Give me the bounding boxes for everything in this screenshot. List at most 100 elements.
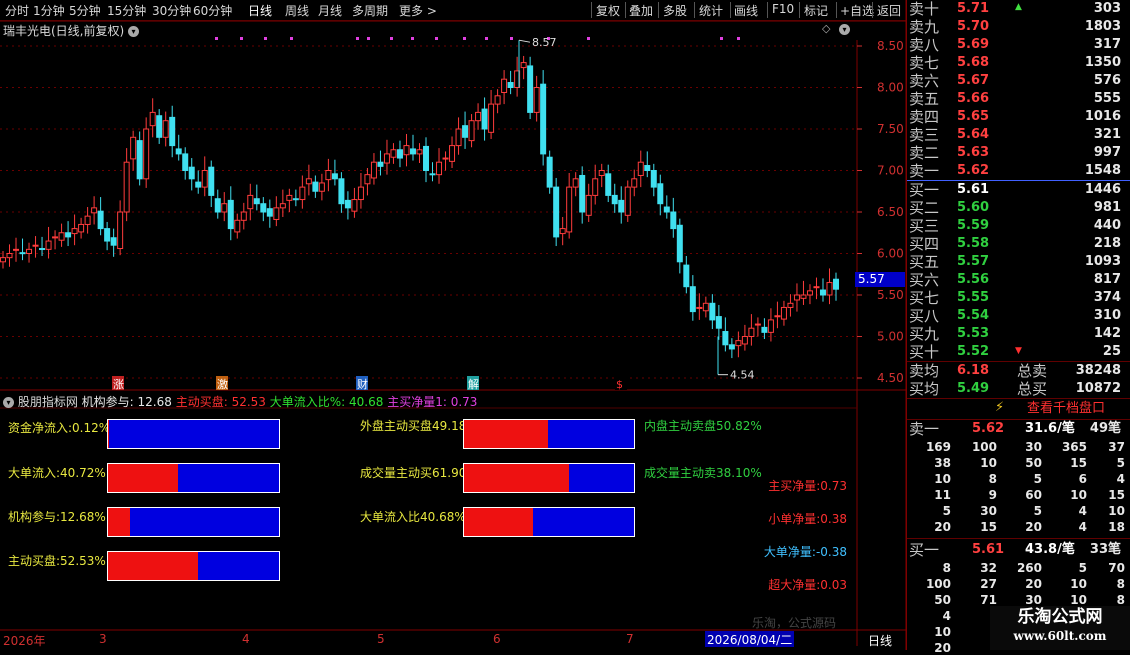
ask-row[interactable]: 卖三5.64321 bbox=[907, 126, 1130, 144]
bid-label: 买七 bbox=[909, 289, 939, 307]
signal-dot bbox=[390, 37, 393, 40]
ask-row[interactable]: 卖六5.67576 bbox=[907, 72, 1130, 90]
current-price-tag: 5.57 bbox=[855, 272, 905, 287]
bid-row[interactable]: 买二5.60981 bbox=[907, 199, 1130, 217]
candle-body bbox=[105, 229, 110, 241]
ask-row[interactable]: 卖二5.63997 bbox=[907, 144, 1130, 162]
signal-dot bbox=[290, 37, 293, 40]
faint-watermark-text: 乐淘，公式源码 bbox=[752, 614, 836, 631]
candle-body bbox=[20, 253, 25, 254]
bar-fill bbox=[464, 508, 533, 536]
candle-body bbox=[144, 129, 149, 179]
chevron-down-icon[interactable]: ▾ bbox=[3, 397, 14, 408]
price-tick-label: 8.50 bbox=[877, 39, 904, 53]
price-tick-label: 5.50 bbox=[877, 288, 904, 302]
candle-body bbox=[85, 216, 90, 224]
bid-label: 买二 bbox=[909, 199, 939, 217]
candle-body bbox=[619, 200, 624, 212]
candle-body bbox=[677, 225, 682, 262]
queue-cell: 5 bbox=[1079, 561, 1087, 575]
up-arrow-icon: ▲ bbox=[1015, 2, 1022, 12]
view-depth-button[interactable]: ⚡查看千档盘口 bbox=[907, 400, 1130, 418]
ask-price: 5.71 bbox=[957, 0, 1017, 18]
candle-body bbox=[14, 249, 19, 250]
bar-ddlr bbox=[107, 463, 280, 493]
candle-body bbox=[671, 212, 676, 229]
candle-body bbox=[443, 158, 448, 159]
indicator-header: ▾ 股朋指标网 机构参与: 12.68 主动买盘: 52.53 大单流入比%: … bbox=[3, 393, 477, 410]
queue-cell: 8 bbox=[943, 561, 951, 575]
price-tick-label: 4.50 bbox=[877, 371, 904, 385]
candle-body bbox=[834, 279, 839, 289]
bid-row[interactable]: 买一5.611446 bbox=[907, 181, 1130, 199]
net-zmjl: 主买净量:0.73 bbox=[768, 477, 847, 494]
candle-body bbox=[716, 317, 721, 329]
bid-vol: 142 bbox=[1094, 325, 1121, 343]
candle-body bbox=[508, 83, 513, 88]
candle-body bbox=[111, 238, 116, 245]
bid-price: 5.60 bbox=[957, 199, 1017, 217]
candle-body bbox=[293, 199, 298, 200]
bar-label-cjlzdm: 成交量主动买61.90% bbox=[360, 464, 478, 481]
candle-body bbox=[794, 295, 799, 300]
bid-row[interactable]: 买八5.54310 bbox=[907, 307, 1130, 325]
watermark-url: www.60lt.com bbox=[990, 628, 1130, 644]
ask-row[interactable]: 卖九5.701803 bbox=[907, 18, 1130, 36]
bid-row[interactable]: 买六5.56817 bbox=[907, 271, 1130, 289]
candle-body bbox=[820, 290, 825, 295]
bid-row[interactable]: 买九5.53142 bbox=[907, 325, 1130, 343]
bid-price: 5.61 bbox=[957, 181, 1017, 199]
signal-dot bbox=[215, 37, 218, 40]
ask-vol: 1350 bbox=[1085, 54, 1121, 72]
event-marker: 解 bbox=[468, 377, 479, 391]
net-cdjl: 超大净量:0.03 bbox=[768, 576, 847, 593]
total-vol: 10872 bbox=[1076, 380, 1121, 398]
candle-body bbox=[430, 174, 435, 175]
high-marker-line bbox=[519, 40, 530, 42]
price-tick-label: 6.00 bbox=[877, 247, 904, 261]
queue-cell: 10 bbox=[1070, 577, 1087, 591]
ask-row[interactable]: 卖五5.66555 bbox=[907, 90, 1130, 108]
ask-row[interactable]: 卖四5.651016 bbox=[907, 108, 1130, 126]
bid-vol: 440 bbox=[1094, 217, 1121, 235]
month-label: 5 bbox=[377, 632, 385, 646]
ask-price: 5.69 bbox=[957, 36, 1017, 54]
bid-row[interactable]: 买三5.59440 bbox=[907, 217, 1130, 235]
ask-row[interactable]: 卖一5.621548 bbox=[907, 162, 1130, 180]
candle-body bbox=[274, 208, 279, 220]
candle-body bbox=[664, 207, 669, 212]
bid-row[interactable]: 买四5.58218 bbox=[907, 235, 1130, 253]
ask-row[interactable]: 卖七5.681350 bbox=[907, 54, 1130, 72]
bid-vol: 310 bbox=[1094, 307, 1121, 325]
candle-body bbox=[723, 332, 728, 345]
bar-fill bbox=[464, 464, 569, 492]
queue-price: 5.62 bbox=[972, 420, 1032, 438]
queue-per: 31.6/笔 bbox=[1025, 420, 1075, 438]
candle-body bbox=[391, 150, 396, 157]
candle-body bbox=[300, 187, 305, 199]
candle-body bbox=[469, 121, 474, 141]
ask-row[interactable]: 卖八5.69317 bbox=[907, 36, 1130, 54]
bid-price: 5.55 bbox=[957, 289, 1017, 307]
candle-body bbox=[690, 287, 695, 312]
bid-label: 买四 bbox=[909, 235, 939, 253]
avg-label: 买均 bbox=[909, 380, 939, 398]
queue-cell: 10 bbox=[1070, 488, 1087, 502]
queue-cell: 15 bbox=[980, 520, 997, 534]
candle-body bbox=[775, 316, 780, 317]
indicator-jgcy: 机构参与: 12.68 bbox=[82, 395, 172, 409]
period-label[interactable]: 日线 bbox=[868, 632, 892, 649]
candle-body bbox=[124, 162, 129, 212]
indicator-zdmp: 主动买盘: 52.53 bbox=[176, 395, 266, 409]
queue-cell: 169 bbox=[926, 440, 951, 454]
candle-body bbox=[781, 307, 786, 319]
queue-cell: 260 bbox=[1017, 561, 1042, 575]
candle-body bbox=[384, 154, 389, 163]
total-vol: 38248 bbox=[1076, 362, 1121, 380]
candle-body bbox=[313, 182, 318, 191]
bid-row[interactable]: 买五5.571093 bbox=[907, 253, 1130, 271]
candle-body bbox=[404, 146, 409, 155]
candle-body bbox=[248, 195, 253, 208]
bid-row[interactable]: 买七5.55374 bbox=[907, 289, 1130, 307]
bid-vol: 25 bbox=[1103, 343, 1121, 361]
